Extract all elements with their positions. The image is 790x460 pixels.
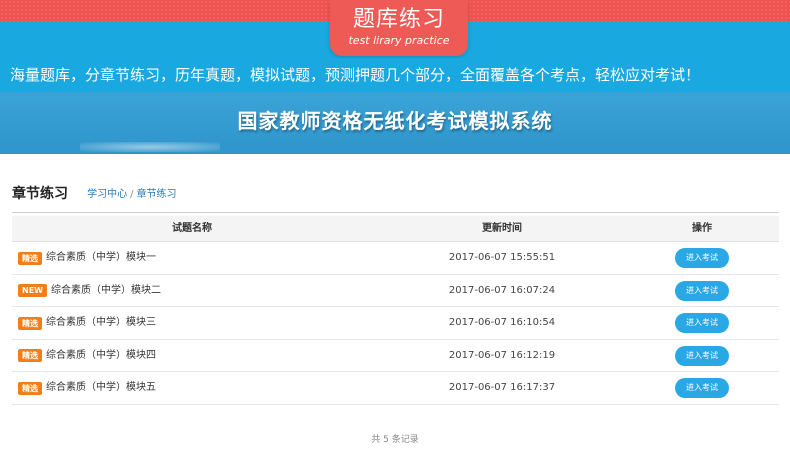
update-time: 2017-06-07 15:55:51 xyxy=(448,252,556,263)
header-name: 试题名称 xyxy=(172,223,212,234)
enter-exam-button[interactable]: 进入考试 xyxy=(675,313,729,334)
enter-exam-button[interactable]: 进入考试 xyxy=(675,248,729,268)
record-count: 共 5 条记录 xyxy=(371,435,419,445)
row-name-cell: 精选 综合素质（中学）模块五 xyxy=(18,372,156,405)
enter-exam-button[interactable]: 进入考试 xyxy=(675,280,729,301)
tag-badge: 精选 xyxy=(18,316,42,330)
banner-title: 题库练习 xyxy=(352,7,445,32)
row-op-cell: 进入考试 xyxy=(642,378,762,399)
update-time: 2017-06-07 16:07:24 xyxy=(448,284,556,296)
section-divider xyxy=(12,212,779,213)
header-time: 更新时间 xyxy=(482,223,522,234)
exam-name[interactable]: 综合素质（中学）模块四 xyxy=(46,350,156,361)
breadcrumb-link-learning-center[interactable]: 学习中心 xyxy=(87,189,127,200)
enter-exam-button[interactable]: 进入考试 xyxy=(675,345,729,366)
row-name-cell: NEW 综合素质（中学）模块二 xyxy=(18,275,161,308)
enter-exam-button[interactable]: 进入考试 xyxy=(675,378,729,399)
update-time: 2017-06-07 16:10:54 xyxy=(448,317,556,329)
exam-name[interactable]: 综合素质（中学）模块二 xyxy=(51,285,161,296)
table-row: 精选 综合素质（中学）模块一 2017-06-07 15:55:51 进入考试 xyxy=(12,242,779,275)
section-header: 章节练习 学习中心 / 章节练习 xyxy=(12,182,176,204)
tag-badge: NEW xyxy=(18,284,47,298)
row-op-cell: 进入考试 xyxy=(642,345,762,366)
title-badge: 题库练习 test lirary practice xyxy=(330,0,468,56)
table-row: NEW 综合素质（中学）模块二 2017-06-07 16:07:24 进入考试 xyxy=(12,275,779,308)
row-name-cell: 精选 综合素质（中学）模块三 xyxy=(18,307,156,340)
breadcrumb-separator: / xyxy=(130,189,134,200)
breadcrumb: 学习中心 / 章节练习 xyxy=(87,185,176,200)
update-time: 2017-06-07 16:17:37 xyxy=(448,382,556,394)
exam-name[interactable]: 综合素质（中学）模块五 xyxy=(46,382,156,393)
row-op-cell: 进入考试 xyxy=(642,248,762,268)
exam-name[interactable]: 综合素质（中学）模块一 xyxy=(46,252,156,263)
row-name-cell: 精选 综合素质（中学）模块四 xyxy=(18,340,156,373)
banner-subtitle: test lirary practice xyxy=(348,34,450,47)
row-name-cell: 精选 综合素质（中学）模块一 xyxy=(18,242,156,275)
tag-badge: 精选 xyxy=(18,251,42,265)
tag-badge: 精选 xyxy=(18,381,42,395)
table-header: 试题名称 更新时间 操作 xyxy=(12,216,779,242)
update-time: 2017-06-07 16:12:19 xyxy=(448,349,556,361)
page-title: 章节练习 xyxy=(12,185,68,202)
tag-badge: 精选 xyxy=(18,349,42,363)
hero-banner: 国家教师资格无纸化考试模拟系统 xyxy=(0,92,790,154)
breadcrumb-link-chapter-practice[interactable]: 章节练习 xyxy=(136,189,176,200)
exam-table: 试题名称 更新时间 操作 精选 综合素质（中学）模块一 2017-06-07 15… xyxy=(12,216,779,405)
exam-name[interactable]: 综合素质（中学）模块三 xyxy=(46,317,156,328)
table-row: 精选 综合素质（中学）模块五 2017-06-07 16:17:37 进入考试 xyxy=(12,372,779,405)
header-op: 操作 xyxy=(692,223,712,234)
row-op-cell: 进入考试 xyxy=(642,313,762,334)
table-row: 精选 综合素质（中学）模块四 2017-06-07 16:12:19 进入考试 xyxy=(12,340,779,373)
intro-text: 海量题库，分章节练习，历年真题，模拟试题，预测押题几个部分，全面覆盖各个考点，轻… xyxy=(0,58,790,92)
table-row: 精选 综合素质（中学）模块三 2017-06-07 16:10:54 进入考试 xyxy=(12,307,779,340)
hero-title: 国家教师资格无纸化考试模拟系统 xyxy=(237,109,553,133)
row-op-cell: 进入考试 xyxy=(642,280,762,301)
